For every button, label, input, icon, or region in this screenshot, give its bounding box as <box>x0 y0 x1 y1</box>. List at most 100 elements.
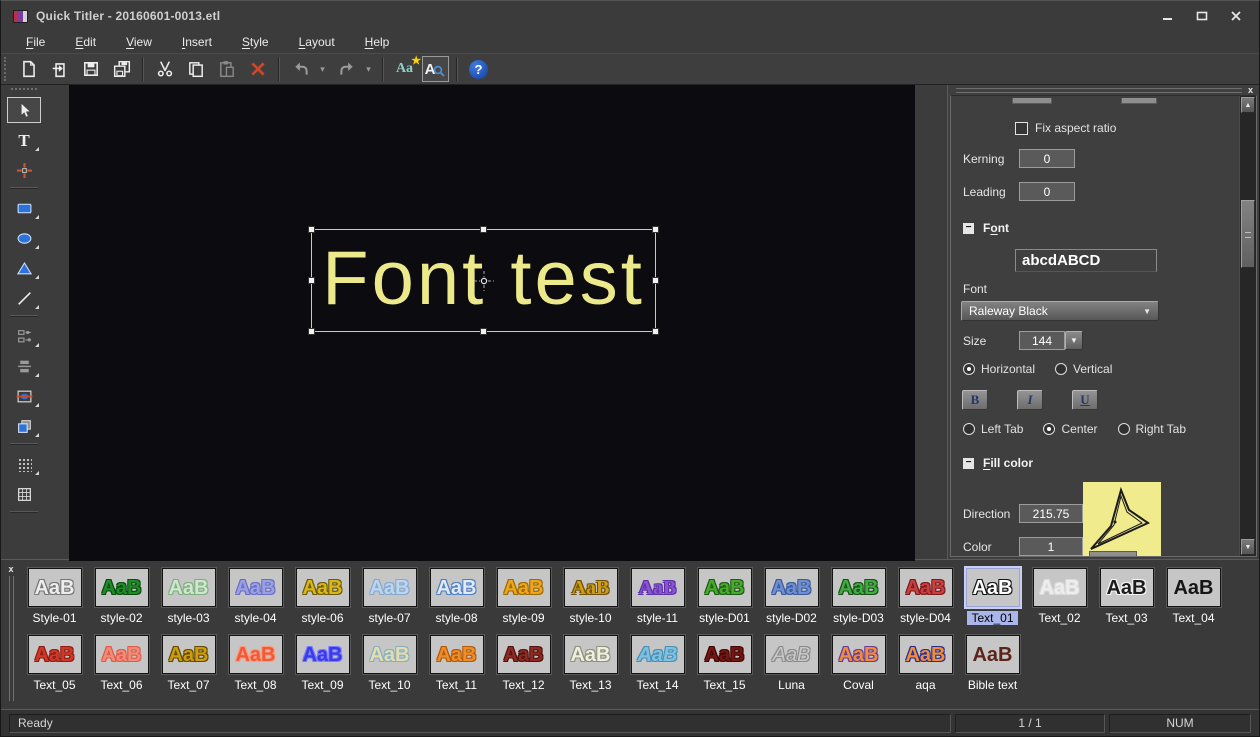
line-tool[interactable] <box>7 285 41 311</box>
style-preset-Style-01[interactable]: AaB Style-01 <box>21 563 88 625</box>
style-preset-Text_14[interactable]: AaB Text_14 <box>624 630 691 692</box>
help-button[interactable]: ? <box>465 56 492 82</box>
new-document-button[interactable] <box>15 56 42 82</box>
style-preset-Text_09[interactable]: AaB Text_09 <box>289 630 356 692</box>
preset-thumbnail[interactable]: AaB <box>295 568 350 607</box>
selection-handle[interactable] <box>652 276 659 284</box>
preset-thumbnail[interactable]: AaB <box>94 635 149 674</box>
style-preset-Coval[interactable]: AaB Coval <box>825 630 892 692</box>
style-preset-Text_02[interactable]: AaB Text_02 <box>1026 563 1093 625</box>
size-dropdown-button[interactable]: ▼ <box>1065 331 1083 350</box>
style-preset-style-03[interactable]: AaB style-03 <box>155 563 222 625</box>
panel-scrollbar[interactable]: ▲ ▼ <box>1239 96 1256 556</box>
ellipse-tool[interactable] <box>7 225 41 251</box>
font-section-header[interactable]: − Font <box>963 221 1239 235</box>
menu-item-view[interactable]: View <box>111 33 167 52</box>
preset-thumbnail[interactable]: AaB <box>228 635 283 674</box>
preset-thumbnail[interactable]: AaB <box>965 568 1020 607</box>
select-tool[interactable] <box>7 97 41 123</box>
direction-input[interactable]: 215.75 <box>1019 504 1083 523</box>
preset-thumbnail[interactable]: AaB <box>831 568 886 607</box>
radio-orientation-vertical[interactable]: Vertical <box>1055 362 1112 376</box>
canvas[interactable]: Font test <box>69 85 915 561</box>
fix-aspect-ratio-option[interactable]: Fix aspect ratio <box>1015 121 1239 135</box>
menu-item-style[interactable]: Style <box>227 33 284 52</box>
style-preset-Text_12[interactable]: AaB Text_12 <box>490 630 557 692</box>
size-input[interactable]: 144 <box>1019 331 1065 350</box>
style-preset-style-D03[interactable]: AaB style-D03 <box>825 563 892 625</box>
style-preset-style-02[interactable]: AaB style-02 <box>88 563 155 625</box>
preset-thumbnail[interactable]: AaB <box>161 635 216 674</box>
style-preset-style-08[interactable]: AaB style-08 <box>423 563 490 625</box>
style-preset-Bible-text[interactable]: AaB Bible text <box>959 630 1026 692</box>
scrollbar-thumb[interactable] <box>1241 200 1255 268</box>
properties-panel-grip[interactable]: x <box>948 85 1259 95</box>
preset-thumbnail[interactable]: AaB <box>362 635 417 674</box>
preset-thumbnail[interactable]: AaB <box>362 568 417 607</box>
style-preset-Text_04[interactable]: AaB Text_04 <box>1160 563 1227 625</box>
preset-thumbnail[interactable]: AaB <box>161 568 216 607</box>
style-preset-style-D02[interactable]: AaB style-D02 <box>758 563 825 625</box>
preset-thumbnail[interactable]: AaB <box>697 568 752 607</box>
style-preset-Text_08[interactable]: AaB Text_08 <box>222 630 289 692</box>
minimize-button[interactable] <box>1155 7 1181 25</box>
delete-button[interactable] <box>244 56 271 82</box>
preset-thumbnail[interactable]: AaB <box>27 635 82 674</box>
distribute-tool[interactable] <box>7 353 41 379</box>
style-preset-style-D04[interactable]: AaB style-D04 <box>892 563 959 625</box>
style-preset-style-04[interactable]: AaB style-04 <box>222 563 289 625</box>
menu-item-file[interactable]: File <box>11 33 60 52</box>
transform-tool[interactable] <box>7 157 41 183</box>
preset-thumbnail[interactable]: AaB <box>1099 568 1154 607</box>
underline-button[interactable]: U <box>1072 390 1098 410</box>
redo-dropdown-button[interactable]: ▾ <box>362 56 375 82</box>
font-family-select[interactable]: Raleway Black ▼ <box>961 301 1159 321</box>
undo-dropdown-button[interactable]: ▾ <box>316 56 329 82</box>
preset-thumbnail[interactable]: AaB <box>563 635 618 674</box>
preset-thumbnail[interactable]: AaB <box>228 568 283 607</box>
safe-area-tool[interactable] <box>7 481 41 507</box>
panel-close-icon[interactable]: x <box>1246 86 1255 95</box>
preset-thumbnail[interactable]: AaB <box>630 568 685 607</box>
radio-tab-center[interactable]: Center <box>1043 422 1098 436</box>
fix-aspect-ratio-checkbox[interactable] <box>1015 121 1028 135</box>
maximize-button[interactable] <box>1189 7 1215 25</box>
style-preset-Text_15[interactable]: AaB Text_15 <box>691 630 758 692</box>
preset-thumbnail[interactable]: AaB <box>831 635 886 674</box>
style-preset-Text_01[interactable]: AaB Text_01 <box>959 563 1026 625</box>
selection-handle[interactable] <box>308 276 315 284</box>
style-preset-Luna[interactable]: AaB Luna <box>758 630 825 692</box>
collapse-icon[interactable]: − <box>963 222 974 234</box>
selection-handle[interactable] <box>308 226 315 233</box>
italic-button[interactable]: I <box>1017 390 1043 410</box>
preset-thumbnail[interactable]: AaB <box>697 635 752 674</box>
style-library-close-icon[interactable]: x <box>6 565 15 574</box>
save-as-button[interactable] <box>108 56 135 82</box>
style-preset-style-06[interactable]: AaB style-06 <box>289 563 356 625</box>
leading-input[interactable]: 0 <box>1019 182 1075 201</box>
selection-handle[interactable] <box>652 226 659 233</box>
style-preset-Text_07[interactable]: AaB Text_07 <box>155 630 222 692</box>
text-tool[interactable]: T <box>7 127 41 153</box>
selection-handle[interactable] <box>652 328 659 335</box>
style-preset-Text_05[interactable]: AaB Text_05 <box>21 630 88 692</box>
style-library-button[interactable]: Aa ★ <box>391 55 421 82</box>
preset-thumbnail[interactable]: AaB <box>764 635 819 674</box>
radio-tab-right-tab[interactable]: Right Tab <box>1117 422 1186 436</box>
menu-item-insert[interactable]: Insert <box>167 33 227 52</box>
scroll-up-icon[interactable]: ▲ <box>1241 97 1255 113</box>
radio-tab-left-tab[interactable]: Left Tab <box>963 422 1023 436</box>
style-preset-Text_03[interactable]: AaB Text_03 <box>1093 563 1160 625</box>
preset-thumbnail[interactable]: AaB <box>563 568 618 607</box>
triangle-tool[interactable] <box>7 255 41 281</box>
selection-handle[interactable] <box>308 328 315 335</box>
preset-thumbnail[interactable]: AaB <box>429 568 484 607</box>
style-preset-style-07[interactable]: AaB style-07 <box>356 563 423 625</box>
preset-thumbnail[interactable]: AaB <box>965 635 1020 674</box>
style-preset-aqa[interactable]: AaB aqa <box>892 630 959 692</box>
preset-thumbnail[interactable]: AaB <box>295 635 350 674</box>
style-preset-style-10[interactable]: AaB style-10 <box>557 563 624 625</box>
collapse-icon[interactable]: − <box>963 457 974 469</box>
preset-thumbnail[interactable]: AaB <box>630 635 685 674</box>
menu-item-help[interactable]: Help <box>350 33 405 52</box>
